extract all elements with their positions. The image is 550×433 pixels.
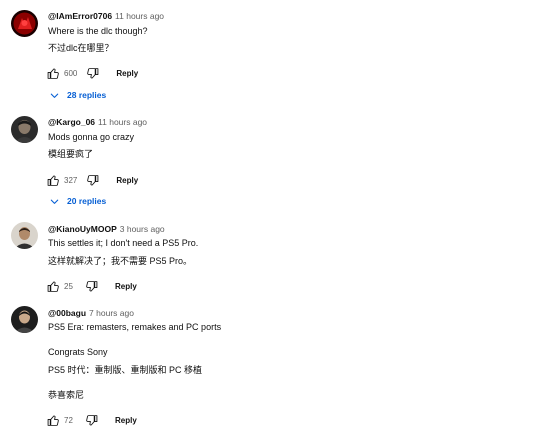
avatar[interactable]: [11, 222, 38, 249]
reply-button[interactable]: Reply: [116, 176, 138, 185]
comment-header: @00bagu 7 hours ago: [48, 307, 134, 319]
thumbs-up-icon: [47, 68, 59, 79]
like-count: 327: [64, 175, 78, 185]
comment-text: Congrats Sony: [48, 347, 108, 357]
comment-text: PS5 时代：重制版、重制版和 PC 移植: [48, 365, 203, 375]
comment-text: 模组要疯了: [48, 149, 94, 159]
like-button[interactable]: [45, 278, 61, 294]
like-button[interactable]: [45, 412, 61, 428]
comment-timestamp[interactable]: 7 hours ago: [89, 308, 134, 318]
comment-author[interactable]: @Kargo_06: [48, 117, 95, 127]
comment-timestamp[interactable]: 11 hours ago: [98, 117, 147, 127]
thumbs-down-icon: [87, 67, 99, 78]
comment-text: This settles it; I don't need a PS5 Pro.: [48, 238, 199, 248]
dislike-button[interactable]: [84, 65, 100, 81]
like-button[interactable]: [45, 172, 61, 188]
dislike-button[interactable]: [83, 412, 99, 428]
avatar[interactable]: [11, 116, 38, 143]
comment-actions: 327 Reply: [45, 172, 138, 188]
replies-count-label: 28 replies: [67, 90, 107, 100]
reply-button[interactable]: Reply: [116, 69, 138, 78]
comment-actions: 72 Reply: [45, 412, 137, 428]
comment-author[interactable]: @IAmError0706: [48, 11, 112, 21]
comment-header: @Kargo_06 11 hours ago: [48, 116, 147, 128]
comment-text: PS5 Era: remasters, remakes and PC ports: [48, 322, 222, 332]
comment-timestamp[interactable]: 11 hours ago: [115, 11, 164, 21]
comment-text: 不过dlc在哪里？: [48, 43, 114, 53]
avatar[interactable]: [11, 306, 38, 333]
avatar[interactable]: [11, 10, 38, 37]
chevron-down-icon: [50, 93, 59, 98]
thumbs-up-icon: [47, 415, 59, 426]
comments-section: @IAmError0706 11 hours ago Where is the d…: [0, 0, 550, 433]
comment-text: 这样就解决了；我不需要 PS5 Pro。: [48, 256, 193, 266]
thumbs-down-icon: [87, 174, 99, 185]
comment-header: @KianoUyMOOP 3 hours ago: [48, 223, 165, 235]
dislike-button[interactable]: [84, 172, 100, 188]
view-replies-button[interactable]: 20 replies: [49, 194, 106, 208]
comment-header: @IAmError0706 11 hours ago: [48, 10, 164, 22]
dislike-button[interactable]: [83, 278, 99, 294]
comment-text: Where is the dlc though?: [48, 26, 148, 36]
comment-author[interactable]: @00bagu: [48, 308, 86, 318]
comment-actions: 600 Reply: [45, 65, 138, 81]
thumbs-down-icon: [85, 280, 97, 291]
comment-author[interactable]: @KianoUyMOOP: [48, 224, 117, 234]
comment-timestamp[interactable]: 3 hours ago: [120, 224, 165, 234]
thumbs-up-icon: [47, 175, 59, 186]
comment-actions: 25 Reply: [45, 278, 137, 294]
replies-count-label: 20 replies: [67, 196, 107, 206]
chevron-down-icon: [50, 199, 59, 204]
comment-text: 恭喜索尼: [48, 390, 85, 400]
comment-text: Mods gonna go crazy: [48, 132, 135, 142]
thumbs-up-icon: [47, 281, 59, 292]
like-count: 72: [64, 415, 73, 425]
like-count: 25: [64, 281, 73, 291]
reply-button[interactable]: Reply: [115, 416, 137, 425]
reply-button[interactable]: Reply: [115, 282, 137, 291]
like-count: 600: [64, 68, 78, 78]
thumbs-down-icon: [85, 414, 97, 425]
like-button[interactable]: [45, 65, 61, 81]
view-replies-button[interactable]: 28 replies: [49, 88, 106, 102]
